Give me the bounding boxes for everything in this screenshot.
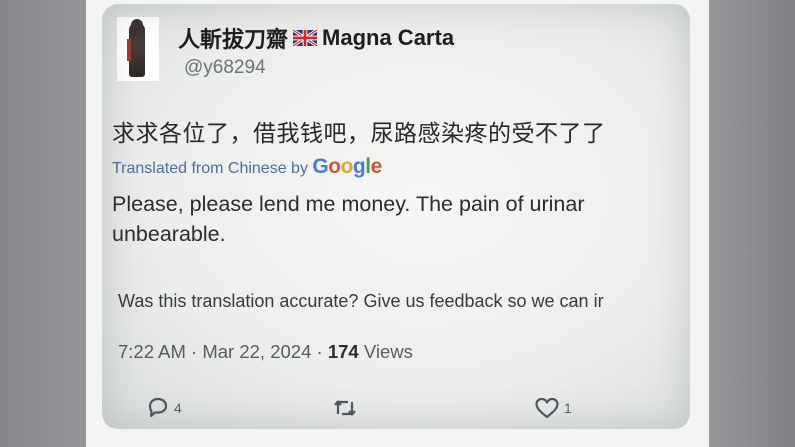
left-background <box>0 0 86 447</box>
right-background <box>709 0 795 447</box>
display-name-suffix: Magna Carta <box>322 25 455 50</box>
retweet-button[interactable] <box>332 397 358 419</box>
avatar-head <box>131 19 143 31</box>
heart-icon <box>535 397 559 419</box>
tweet-original-text: 求求各位了，借我钱吧，尿路感染疼的受不了了 <box>112 121 606 147</box>
avatar-figure <box>129 23 145 77</box>
views-count: 174 <box>327 341 359 362</box>
google-logo: Google <box>312 155 382 178</box>
meta-separator: · <box>191 341 203 362</box>
user-handle[interactable]: @y68294 <box>184 57 266 79</box>
translation-line-2: unbearable. <box>112 222 226 246</box>
display-name-text: 人斬拔刀齋 <box>178 27 289 52</box>
avatar-accent <box>127 39 131 61</box>
reply-count: 4 <box>174 400 182 416</box>
like-button[interactable]: 1 <box>534 397 572 419</box>
views-label: Views <box>363 341 413 362</box>
translation-attribution[interactable]: Translated from Chinese by Google <box>112 155 382 179</box>
reply-button[interactable]: 4 <box>146 397 182 419</box>
translation-feedback-prompt[interactable]: Was this translation accurate? Give us f… <box>118 291 690 312</box>
avatar[interactable] <box>117 17 159 81</box>
tweet-time[interactable]: 7:22 AM <box>118 341 186 362</box>
retweet-icon <box>334 400 356 416</box>
tweet-meta: 7:22 AM · Mar 22, 2024 · 174 Views <box>118 341 413 363</box>
screenshot-frame: 人斬拔刀齋 Magna Carta @y68294 求求各位了，借我钱吧，尿路感… <box>86 0 709 447</box>
meta-separator: · <box>316 341 328 362</box>
translated-label: Translated from Chinese by <box>112 160 308 177</box>
translation-line-1: Please, please lend me money. The pain o… <box>112 192 585 216</box>
reply-icon <box>148 397 168 418</box>
display-name[interactable]: 人斬拔刀齋 Magna Carta <box>178 22 454 54</box>
tweet-date[interactable]: Mar 22, 2024 <box>202 341 311 362</box>
tweet-translation: Please, please lend me money. The pain o… <box>112 189 690 249</box>
like-count: 1 <box>564 400 572 416</box>
uk-flag-icon <box>293 30 318 46</box>
tweet-card: 人斬拔刀齋 Magna Carta @y68294 求求各位了，借我钱吧，尿路感… <box>102 4 690 429</box>
